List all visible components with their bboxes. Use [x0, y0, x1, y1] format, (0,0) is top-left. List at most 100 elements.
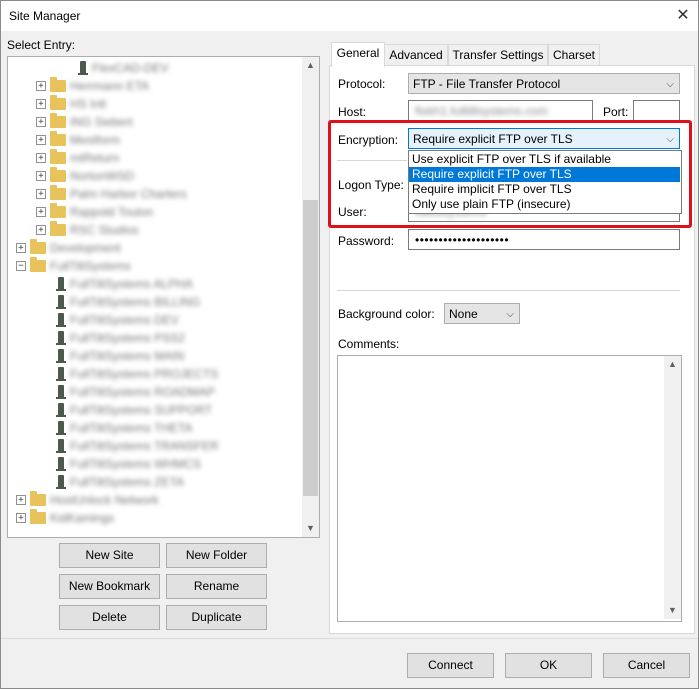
tree-item-label: HS Intl: [70, 97, 107, 111]
password-value: ••••••••••••••••••••: [415, 233, 510, 247]
folder-icon: [50, 185, 66, 200]
window-title: Site Manager: [9, 9, 81, 23]
tree-scrollbar[interactable]: ▲ ▼: [302, 57, 319, 537]
tab-general[interactable]: General: [331, 42, 385, 67]
expand-icon[interactable]: +: [16, 495, 26, 505]
tree-item-label: FullTiltSystems PROJECTS: [70, 367, 219, 381]
tree-item-label: FullTiltSystems: [50, 259, 131, 273]
divider: [337, 290, 680, 291]
tab-transfer-settings[interactable]: Transfer Settings: [448, 44, 548, 65]
host-label: Host:: [338, 105, 367, 119]
encryption-option[interactable]: Require implicit FTP over TLS: [409, 182, 680, 197]
cancel-button[interactable]: Cancel: [603, 653, 690, 678]
protocol-select[interactable]: FTP - File Transfer Protocol ⌵: [408, 73, 680, 94]
tree-item-label: Mestform: [70, 133, 121, 147]
comments-textarea[interactable]: ▲ ▼: [337, 355, 682, 622]
rename-button[interactable]: Rename: [166, 574, 267, 599]
tree-item-label: ING Siebert: [70, 115, 133, 129]
new-site-button[interactable]: New Site: [59, 543, 160, 568]
close-icon[interactable]: ✕: [668, 1, 698, 31]
divider: [337, 160, 407, 161]
delete-button[interactable]: Delete: [59, 605, 160, 630]
new-folder-button[interactable]: New Folder: [166, 543, 267, 568]
scroll-up-icon[interactable]: ▲: [302, 57, 319, 74]
site-tree[interactable]: ▲ ▼ FlexCAD-DEV + Herrmann ETA + HS Intl + ING…: [7, 56, 320, 538]
scroll-down-icon[interactable]: ▼: [664, 602, 681, 619]
expand-icon[interactable]: +: [36, 171, 46, 181]
expand-icon[interactable]: +: [36, 81, 46, 91]
password-label: Password:: [338, 234, 395, 248]
folder-icon: [30, 239, 46, 254]
encryption-value: Require explicit FTP over TLS: [413, 132, 573, 146]
server-icon: [56, 367, 66, 381]
expand-icon[interactable]: +: [36, 135, 46, 145]
user-label: User:: [338, 205, 367, 219]
new-bookmark-button[interactable]: New Bookmark: [59, 574, 160, 599]
server-icon: [56, 295, 66, 309]
tree-item-label: FullTiltSystems DEV: [70, 313, 179, 327]
scroll-down-icon[interactable]: ▼: [302, 520, 319, 537]
collapse-icon[interactable]: −: [16, 261, 26, 271]
encryption-select[interactable]: Require explicit FTP over TLS ⌵: [408, 128, 680, 149]
folder-icon: [50, 167, 66, 182]
server-icon: [56, 277, 66, 291]
tree-item-label: Herrmann ETA: [70, 79, 150, 93]
server-icon: [56, 385, 66, 399]
tab-charset[interactable]: Charset: [548, 44, 600, 65]
tree-item-label: NortonWSD: [70, 169, 135, 183]
tree-item-label: FlexCAD-DEV: [92, 61, 169, 75]
background-color-label: Background color:: [338, 307, 435, 321]
comments-scrollbar[interactable]: ▲ ▼: [664, 356, 681, 619]
ok-button[interactable]: OK: [505, 653, 592, 678]
folder-icon: [50, 95, 66, 110]
server-icon: [56, 421, 66, 435]
folder-icon: [30, 257, 46, 272]
expand-icon[interactable]: +: [36, 99, 46, 109]
server-icon: [56, 457, 66, 471]
chevron-down-icon: ⌵: [506, 309, 514, 320]
server-icon: [78, 61, 88, 75]
encryption-dropdown-list[interactable]: Use explicit FTP over TLS if available R…: [408, 150, 682, 214]
scroll-thumb[interactable]: [303, 200, 318, 496]
expand-icon[interactable]: +: [36, 117, 46, 127]
tree-item-label: FullTiltSystems TRANSFER: [70, 439, 219, 453]
chevron-down-icon: ⌵: [666, 79, 674, 90]
server-icon: [56, 475, 66, 489]
tree-item-label: HostUnlock Network: [50, 493, 159, 507]
tree-item-label: FullTiltSystems THETA: [70, 421, 193, 435]
encryption-option[interactable]: Only use plain FTP (insecure): [409, 197, 680, 212]
tree-item-label: mtReturn: [70, 151, 120, 165]
scroll-up-icon[interactable]: ▲: [664, 356, 681, 373]
background-color-value: None: [449, 307, 478, 321]
server-icon: [56, 331, 66, 345]
background-color-select[interactable]: None ⌵: [444, 303, 520, 324]
expand-icon[interactable]: +: [36, 153, 46, 163]
port-field[interactable]: [633, 100, 680, 121]
encryption-option-selected[interactable]: Require explicit FTP over TLS: [409, 167, 680, 182]
expand-icon[interactable]: +: [36, 189, 46, 199]
expand-icon[interactable]: +: [16, 513, 26, 523]
password-field[interactable]: ••••••••••••••••••••: [408, 229, 680, 250]
site-manager-window: Site Manager ✕ Select Entry: ▲ ▼ FlexCAD…: [0, 0, 699, 689]
tree-item-label: RSC Studios: [70, 223, 139, 237]
folder-icon: [50, 221, 66, 236]
encryption-option[interactable]: Use explicit FTP over TLS if available: [409, 152, 680, 167]
connect-button[interactable]: Connect: [407, 653, 494, 678]
folder-icon: [30, 491, 46, 506]
expand-icon[interactable]: +: [36, 225, 46, 235]
expand-icon[interactable]: +: [16, 243, 26, 253]
folder-icon: [50, 149, 66, 164]
server-icon: [56, 403, 66, 417]
tree-item-label: FullTiltSystems BILLING: [70, 295, 201, 309]
folder-icon: [50, 77, 66, 92]
encryption-label: Encryption:: [338, 133, 399, 147]
tree-item-label: FullTiltSystems MAIN: [70, 349, 185, 363]
protocol-label: Protocol:: [338, 77, 386, 91]
duplicate-button[interactable]: Duplicate: [166, 605, 267, 630]
host-field[interactable]: ftxkh1.fulltiltsystems.com: [408, 100, 593, 121]
tree-item-label: FullTiltSystems SUPPORT: [70, 403, 213, 417]
tree-item-label: FullTiltSystems WHMCS: [70, 457, 201, 471]
tab-advanced[interactable]: Advanced: [384, 44, 448, 65]
folder-icon: [30, 509, 46, 524]
expand-icon[interactable]: +: [36, 207, 46, 217]
